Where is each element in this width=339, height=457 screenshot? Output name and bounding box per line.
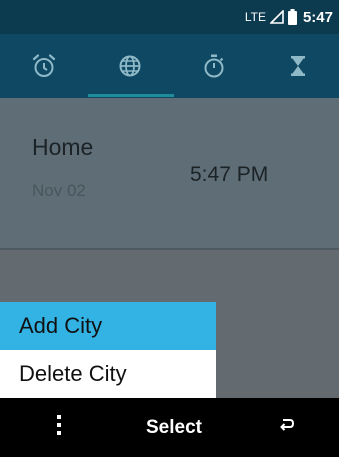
city-date: Nov 02: [32, 181, 86, 200]
world-clock-entry[interactable]: [0, 98, 339, 248]
back-icon: [279, 418, 295, 437]
network-type-label: LTE: [244, 10, 266, 24]
select-softkey[interactable]: Select: [109, 398, 239, 457]
selected-tab-indicator: [88, 94, 174, 97]
tab-timer[interactable]: [256, 34, 339, 98]
tab-stopwatch[interactable]: [172, 34, 256, 98]
menu-item-delete-city[interactable]: Delete City: [0, 350, 216, 398]
more-options-icon: [56, 414, 62, 441]
softkey-right[interactable]: [272, 398, 302, 457]
stopwatch-icon: [201, 53, 227, 79]
hourglass-icon: [285, 53, 311, 79]
signal-icon: [269, 10, 284, 24]
menu-item-add-city[interactable]: Add City: [0, 302, 216, 350]
tab-bar: [0, 34, 339, 98]
status-bar: LTE 5:47: [0, 0, 339, 34]
softkey-bar: Select: [0, 398, 339, 457]
city-name: Home: [32, 134, 94, 160]
tab-alarm[interactable]: [2, 34, 86, 98]
battery-icon: [287, 9, 297, 25]
status-time: 5:47: [302, 8, 333, 26]
city-time: 5:47 PM: [190, 163, 269, 186]
softkey-left[interactable]: [44, 398, 74, 457]
options-menu: Add City Delete City: [0, 302, 216, 398]
alarm-clock-icon: [31, 53, 57, 79]
tab-world-clock[interactable]: [88, 34, 172, 98]
globe-icon: [117, 53, 143, 79]
